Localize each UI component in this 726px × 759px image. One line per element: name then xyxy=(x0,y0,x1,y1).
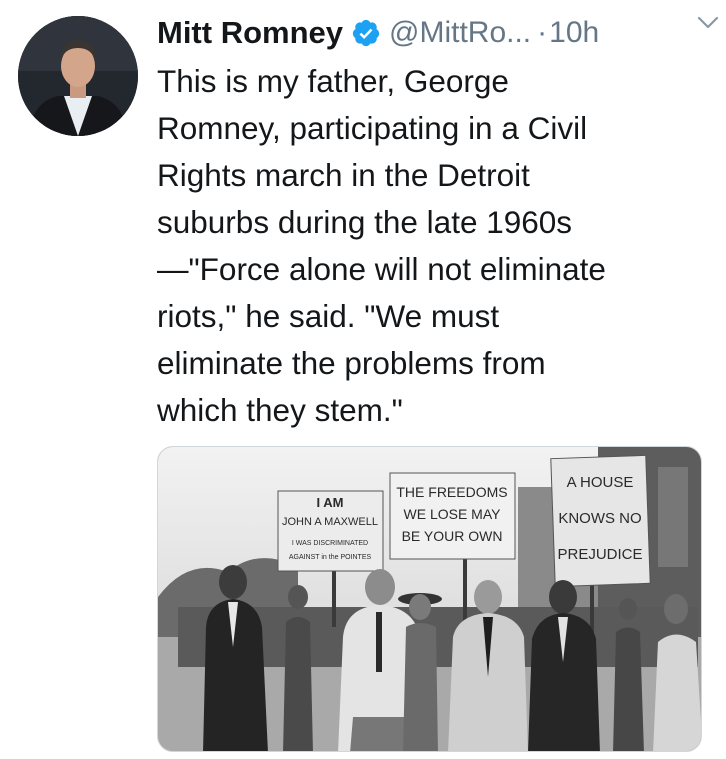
chevron-down-icon[interactable] xyxy=(696,14,720,32)
sign2-line3: BE YOUR OWN xyxy=(402,528,503,544)
tweet-text-line: —"Force alone will not eliminate xyxy=(157,251,606,287)
tweet-text-line: Rights march in the Detroit xyxy=(157,157,530,193)
avatar-image xyxy=(18,16,138,136)
sign3-line1: A HOUSE xyxy=(567,474,634,491)
sign1-line4: AGAINST in the POINTES xyxy=(289,554,372,561)
verified-badge-icon xyxy=(352,19,380,47)
sign3-line2: KNOWS NO xyxy=(558,510,641,527)
author-handle[interactable]: @MittRo... xyxy=(389,16,531,50)
sign1-line2: JOHN A MAXWELL xyxy=(282,516,378,528)
tweet-text-line: which they stem." xyxy=(157,392,403,428)
tweet-text-line: This is my father, George xyxy=(157,63,509,99)
tweet-header: Mitt Romney @MittRo... · 10h xyxy=(157,10,712,56)
tweet-text-line: Romney, participating in a Civil xyxy=(157,110,588,146)
tweet-timestamp[interactable]: 10h xyxy=(549,16,599,50)
sign3-line3: PREJUDICE xyxy=(557,546,642,563)
author-name[interactable]: Mitt Romney xyxy=(157,15,343,51)
tweet-text-line: suburbs during the late 1960s xyxy=(157,204,573,240)
sign1-line1: I AM xyxy=(317,495,344,510)
tweet-text-line: riots," he said. "We must xyxy=(157,298,500,334)
sign2-line2: WE LOSE MAY xyxy=(404,506,502,522)
tweet-text-line: eliminate the problems from xyxy=(157,345,546,381)
separator-dot: · xyxy=(537,16,548,49)
avatar[interactable] xyxy=(18,16,138,136)
march-photo-image: I AM JOHN A MAXWELL I WAS DISCRIMINATED … xyxy=(158,447,701,751)
tweet-photo[interactable]: I AM JOHN A MAXWELL I WAS DISCRIMINATED … xyxy=(157,446,702,752)
sign2-line1: THE FREEDOMS xyxy=(396,484,507,500)
tweet-text: This is my father, George Romney, partic… xyxy=(157,58,713,434)
sign1-line3: I WAS DISCRIMINATED xyxy=(292,540,368,547)
